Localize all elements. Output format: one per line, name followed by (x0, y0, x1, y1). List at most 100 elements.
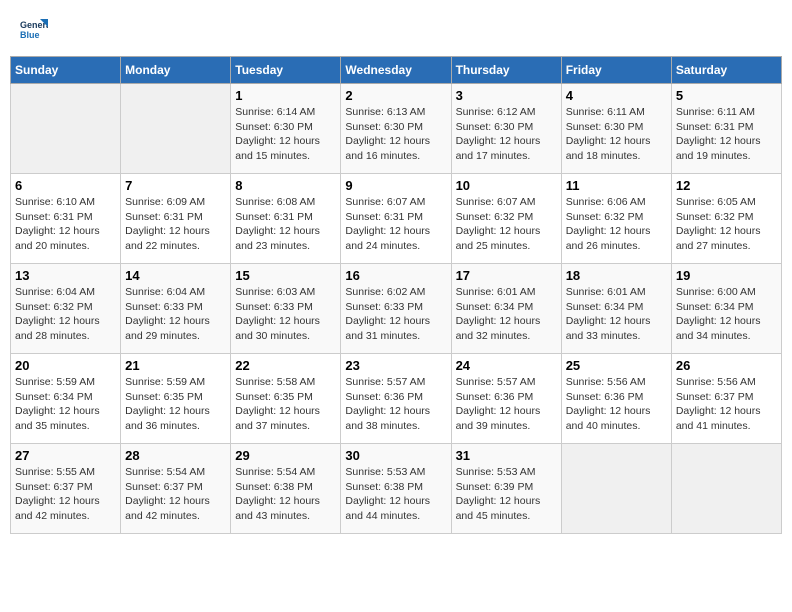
day-number: 3 (456, 88, 557, 103)
svg-text:Blue: Blue (20, 30, 40, 40)
day-info: Sunrise: 6:01 AMSunset: 6:34 PMDaylight:… (456, 285, 557, 344)
weekday-header-saturday: Saturday (671, 57, 781, 84)
weekday-header-friday: Friday (561, 57, 671, 84)
day-number: 14 (125, 268, 226, 283)
calendar-week-3: 13 Sunrise: 6:04 AMSunset: 6:32 PMDayligh… (11, 264, 782, 354)
calendar-cell: 4 Sunrise: 6:11 AMSunset: 6:30 PMDaylight… (561, 84, 671, 174)
calendar-cell: 2 Sunrise: 6:13 AMSunset: 6:30 PMDaylight… (341, 84, 451, 174)
day-number: 22 (235, 358, 336, 373)
calendar-cell: 31 Sunrise: 5:53 AMSunset: 6:39 PMDayligh… (451, 444, 561, 534)
calendar-week-5: 27 Sunrise: 5:55 AMSunset: 6:37 PMDayligh… (11, 444, 782, 534)
day-number: 10 (456, 178, 557, 193)
day-number: 27 (15, 448, 116, 463)
day-number: 13 (15, 268, 116, 283)
day-number: 31 (456, 448, 557, 463)
day-info: Sunrise: 6:14 AMSunset: 6:30 PMDaylight:… (235, 105, 336, 164)
day-info: Sunrise: 6:02 AMSunset: 6:33 PMDaylight:… (345, 285, 446, 344)
day-number: 9 (345, 178, 446, 193)
weekday-header-monday: Monday (121, 57, 231, 84)
day-info: Sunrise: 5:53 AMSunset: 6:38 PMDaylight:… (345, 465, 446, 524)
day-info: Sunrise: 5:53 AMSunset: 6:39 PMDaylight:… (456, 465, 557, 524)
calendar-cell: 23Sunrise: 5:57 AMSunset: 6:36 PMDayligh… (341, 354, 451, 444)
day-number: 11 (566, 178, 667, 193)
calendar-cell: 18Sunrise: 6:01 AMSunset: 6:34 PMDayligh… (561, 264, 671, 354)
calendar-cell: 6Sunrise: 6:10 AMSunset: 6:31 PMDaylight… (11, 174, 121, 264)
calendar-cell: 14 Sunrise: 6:04 AMSunset: 6:33 PMDayligh… (121, 264, 231, 354)
day-info: Sunrise: 5:54 AMSunset: 6:37 PMDaylight:… (125, 465, 226, 524)
day-number: 17 (456, 268, 557, 283)
calendar-cell: 19 Sunrise: 6:00 AMSunset: 6:34 PMDayligh… (671, 264, 781, 354)
calendar-cell: 28 Sunrise: 5:54 AMSunset: 6:37 PMDayligh… (121, 444, 231, 534)
calendar-cell: 20Sunrise: 5:59 AMSunset: 6:34 PMDayligh… (11, 354, 121, 444)
calendar-cell (11, 84, 121, 174)
calendar-cell: 21Sunrise: 5:59 AMSunset: 6:35 PMDayligh… (121, 354, 231, 444)
calendar-week-4: 20Sunrise: 5:59 AMSunset: 6:34 PMDayligh… (11, 354, 782, 444)
day-number: 28 (125, 448, 226, 463)
day-number: 2 (345, 88, 446, 103)
page-header: General Blue (10, 10, 782, 48)
day-number: 19 (676, 268, 777, 283)
day-info: Sunrise: 6:05 AMSunset: 6:32 PMDaylight:… (676, 195, 777, 254)
calendar-cell: 1 Sunrise: 6:14 AMSunset: 6:30 PMDaylight… (231, 84, 341, 174)
calendar-cell: 16 Sunrise: 6:02 AMSunset: 6:33 PMDayligh… (341, 264, 451, 354)
calendar-week-2: 6Sunrise: 6:10 AMSunset: 6:31 PMDaylight… (11, 174, 782, 264)
calendar-cell: 25 Sunrise: 5:56 AMSunset: 6:36 PMDayligh… (561, 354, 671, 444)
day-info: Sunrise: 5:55 AMSunset: 6:37 PMDaylight:… (15, 465, 116, 524)
day-number: 26 (676, 358, 777, 373)
calendar-body: 1 Sunrise: 6:14 AMSunset: 6:30 PMDaylight… (11, 84, 782, 534)
weekday-header-row: SundayMondayTuesdayWednesdayThursdayFrid… (11, 57, 782, 84)
day-number: 8 (235, 178, 336, 193)
calendar-table: SundayMondayTuesdayWednesdayThursdayFrid… (10, 56, 782, 534)
day-number: 16 (345, 268, 446, 283)
day-info: Sunrise: 6:13 AMSunset: 6:30 PMDaylight:… (345, 105, 446, 164)
calendar-cell: 30Sunrise: 5:53 AMSunset: 6:38 PMDayligh… (341, 444, 451, 534)
calendar-cell: 12 Sunrise: 6:05 AMSunset: 6:32 PMDayligh… (671, 174, 781, 264)
day-number: 5 (676, 88, 777, 103)
day-info: Sunrise: 6:12 AMSunset: 6:30 PMDaylight:… (456, 105, 557, 164)
calendar-header: SundayMondayTuesdayWednesdayThursdayFrid… (11, 57, 782, 84)
day-number: 25 (566, 358, 667, 373)
day-info: Sunrise: 5:59 AMSunset: 6:34 PMDaylight:… (15, 375, 116, 434)
day-number: 18 (566, 268, 667, 283)
calendar-cell: 11 Sunrise: 6:06 AMSunset: 6:32 PMDayligh… (561, 174, 671, 264)
calendar-week-1: 1 Sunrise: 6:14 AMSunset: 6:30 PMDaylight… (11, 84, 782, 174)
weekday-header-thursday: Thursday (451, 57, 561, 84)
calendar-cell: 22 Sunrise: 5:58 AMSunset: 6:35 PMDayligh… (231, 354, 341, 444)
calendar-cell: 13 Sunrise: 6:04 AMSunset: 6:32 PMDayligh… (11, 264, 121, 354)
day-info: Sunrise: 6:06 AMSunset: 6:32 PMDaylight:… (566, 195, 667, 254)
calendar-cell (671, 444, 781, 534)
day-number: 4 (566, 88, 667, 103)
day-info: Sunrise: 5:56 AMSunset: 6:37 PMDaylight:… (676, 375, 777, 434)
day-info: Sunrise: 5:56 AMSunset: 6:36 PMDaylight:… (566, 375, 667, 434)
day-info: Sunrise: 6:00 AMSunset: 6:34 PMDaylight:… (676, 285, 777, 344)
day-info: Sunrise: 5:54 AMSunset: 6:38 PMDaylight:… (235, 465, 336, 524)
calendar-cell (121, 84, 231, 174)
logo: General Blue (18, 14, 52, 44)
calendar-cell: 5Sunrise: 6:11 AMSunset: 6:31 PMDaylight… (671, 84, 781, 174)
calendar-cell: 9Sunrise: 6:07 AMSunset: 6:31 PMDaylight… (341, 174, 451, 264)
day-info: Sunrise: 5:57 AMSunset: 6:36 PMDaylight:… (456, 375, 557, 434)
day-number: 12 (676, 178, 777, 193)
calendar-cell: 26 Sunrise: 5:56 AMSunset: 6:37 PMDayligh… (671, 354, 781, 444)
calendar-cell (561, 444, 671, 534)
day-info: Sunrise: 6:04 AMSunset: 6:33 PMDaylight:… (125, 285, 226, 344)
day-number: 1 (235, 88, 336, 103)
calendar-cell: 7 Sunrise: 6:09 AMSunset: 6:31 PMDaylight… (121, 174, 231, 264)
weekday-header-tuesday: Tuesday (231, 57, 341, 84)
day-info: Sunrise: 6:04 AMSunset: 6:32 PMDaylight:… (15, 285, 116, 344)
day-info: Sunrise: 5:58 AMSunset: 6:35 PMDaylight:… (235, 375, 336, 434)
day-number: 24 (456, 358, 557, 373)
day-info: Sunrise: 6:09 AMSunset: 6:31 PMDaylight:… (125, 195, 226, 254)
calendar-cell: 8Sunrise: 6:08 AMSunset: 6:31 PMDaylight… (231, 174, 341, 264)
calendar-cell: 27 Sunrise: 5:55 AMSunset: 6:37 PMDayligh… (11, 444, 121, 534)
weekday-header-sunday: Sunday (11, 57, 121, 84)
calendar-cell: 24 Sunrise: 5:57 AMSunset: 6:36 PMDayligh… (451, 354, 561, 444)
day-number: 29 (235, 448, 336, 463)
day-number: 23 (345, 358, 446, 373)
calendar-cell: 3 Sunrise: 6:12 AMSunset: 6:30 PMDaylight… (451, 84, 561, 174)
day-info: Sunrise: 6:10 AMSunset: 6:31 PMDaylight:… (15, 195, 116, 254)
day-info: Sunrise: 6:11 AMSunset: 6:30 PMDaylight:… (566, 105, 667, 164)
day-number: 7 (125, 178, 226, 193)
logo-icon: General Blue (18, 14, 48, 44)
day-number: 15 (235, 268, 336, 283)
